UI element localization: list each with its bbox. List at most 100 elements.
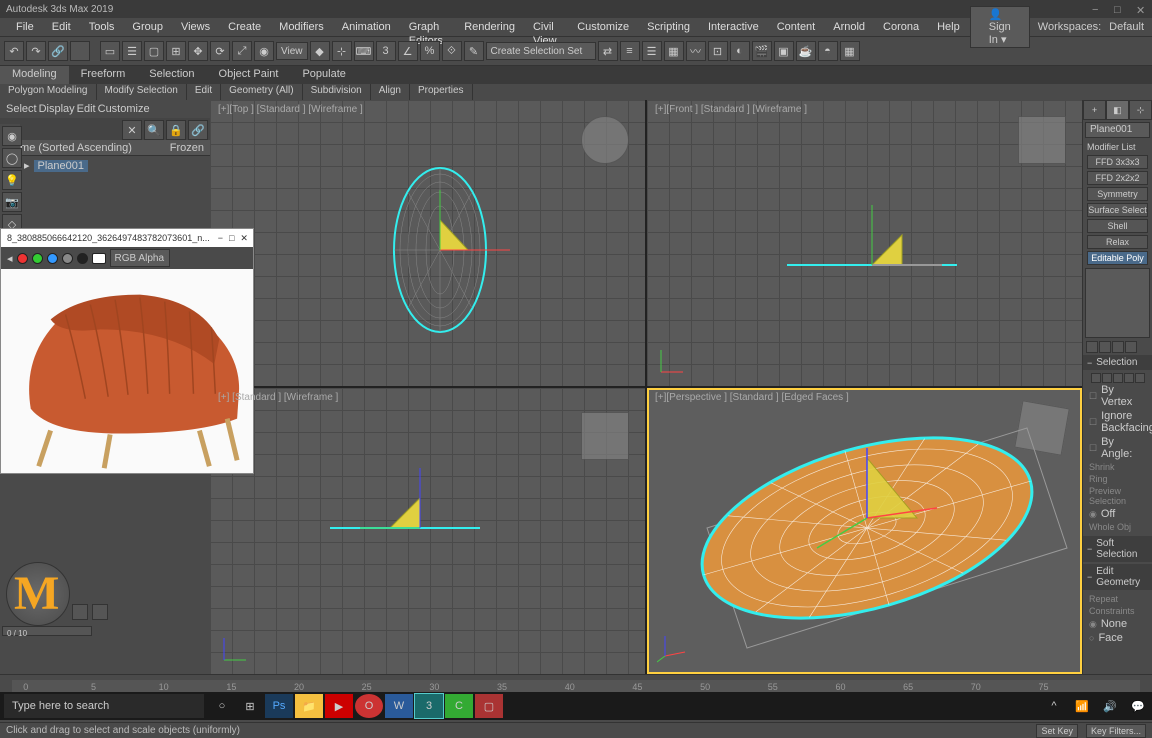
rsub-edit[interactable]: Edit — [187, 84, 221, 100]
menu-content[interactable]: Content — [769, 20, 824, 34]
menu-views[interactable]: Views — [173, 20, 218, 34]
object-name[interactable]: Plane001 — [34, 160, 89, 172]
tab-freeform[interactable]: Freeform — [69, 66, 138, 84]
explorer-icon[interactable]: 📁 — [295, 694, 323, 718]
undo-icon[interactable]: ↶ — [4, 41, 24, 61]
percent-snap-icon[interactable]: % — [420, 41, 440, 61]
se-filter-icon[interactable]: 🔍 — [144, 120, 164, 140]
se-menu-customize[interactable]: Customize — [98, 103, 150, 115]
subobj-vertex-icon[interactable] — [1091, 373, 1101, 383]
subobj-poly-icon[interactable] — [1124, 373, 1134, 383]
word-icon[interactable]: W — [385, 694, 413, 718]
pin-stack-icon[interactable] — [1086, 341, 1098, 353]
rsub-modifysel[interactable]: Modify Selection — [97, 84, 187, 100]
mod-ffd2[interactable]: FFD 2x2x2 — [1087, 171, 1148, 185]
show-end-icon[interactable] — [1099, 341, 1111, 353]
minimize-icon[interactable]: − — [1092, 4, 1102, 14]
modifier-stack-area[interactable] — [1085, 268, 1150, 338]
rollout-editgeometry[interactable]: Edit Geometry — [1083, 564, 1152, 590]
channel-mono-icon[interactable] — [77, 253, 88, 264]
name-column[interactable]: Name (Sorted Ascending) — [6, 142, 132, 154]
refwin-maximize-icon[interactable]: □ — [229, 233, 234, 244]
move-icon[interactable]: ✥ — [188, 41, 208, 61]
angle-snap-icon[interactable]: ∠ — [398, 41, 418, 61]
scale-icon[interactable]: ⤢ — [232, 41, 252, 61]
redo-icon[interactable]: ↷ — [26, 41, 46, 61]
refwin-titlebar[interactable]: 8_380885066642120_3626497483782073601_n.… — [1, 229, 253, 247]
whole-obj[interactable]: Whole Obj — [1085, 521, 1150, 533]
schematic-icon[interactable]: ⊡ — [708, 41, 728, 61]
select-name-icon[interactable]: ☰ — [122, 41, 142, 61]
rsub-props[interactable]: Properties — [410, 84, 473, 100]
menu-animation[interactable]: Animation — [334, 20, 399, 34]
window-icon[interactable]: ⊞ — [166, 41, 186, 61]
channel-green-icon[interactable] — [32, 253, 43, 264]
se-link-icon[interactable]: 🔗 — [188, 120, 208, 140]
rsub-polymodel[interactable]: Polygon Modeling — [0, 84, 97, 100]
mod-relax[interactable]: Relax — [1087, 235, 1148, 249]
viewport-persp-label[interactable]: [+][Perspective ] [Standard ] [Edged Fac… — [655, 392, 849, 403]
photoshop-icon[interactable]: Ps — [265, 694, 293, 718]
opt-ignoreback[interactable]: ☐ Ignore Backfacing — [1085, 409, 1150, 435]
tab-modify-icon[interactable]: ◧ — [1106, 100, 1129, 120]
refwin-minimize-icon[interactable]: − — [218, 233, 223, 244]
subobj-edge-icon[interactable] — [1102, 373, 1112, 383]
select-region-icon[interactable]: ▢ — [144, 41, 164, 61]
menu-scripting[interactable]: Scripting — [639, 20, 698, 34]
channel-all-icon[interactable] — [92, 253, 106, 264]
menu-modifiers[interactable]: Modifiers — [271, 20, 332, 34]
se-menu-select[interactable]: Select — [6, 103, 37, 115]
alpha-select[interactable]: RGB Alpha — [110, 249, 170, 267]
setkey-button[interactable]: Set Key — [1036, 724, 1078, 738]
rotate-icon[interactable]: ⟳ — [210, 41, 230, 61]
mod-surface[interactable]: Surface Select — [1087, 203, 1148, 217]
place-icon[interactable]: ◉ — [254, 41, 274, 61]
align-icon[interactable]: ≡ — [620, 41, 640, 61]
viewport-left[interactable]: [+] [Standard ] [Wireframe ] — [210, 388, 645, 674]
opt-ring[interactable]: Ring — [1085, 473, 1150, 485]
side-shape-icon[interactable]: ◯ — [2, 148, 22, 168]
se-lock-icon[interactable]: 🔒 — [166, 120, 186, 140]
unlink-icon[interactable] — [70, 41, 90, 61]
select-icon[interactable]: ▭ — [100, 41, 120, 61]
tray-up-icon[interactable]: ^ — [1040, 694, 1068, 718]
se-menu-display[interactable]: Display — [39, 103, 75, 115]
edit-selection-icon[interactable]: ✎ — [464, 41, 484, 61]
opt-byvertex[interactable]: ☐ By Vertex — [1085, 383, 1150, 409]
render-frame-icon[interactable]: ▣ — [774, 41, 794, 61]
render-icon[interactable]: ☕ — [796, 41, 816, 61]
maximize-icon[interactable]: □ — [1114, 4, 1124, 14]
channel-blue-icon[interactable] — [47, 253, 58, 264]
refwin-close-icon[interactable]: ✕ — [240, 233, 248, 244]
taskbar-search[interactable]: Type here to search — [4, 694, 204, 718]
subobj-element-icon[interactable] — [1135, 373, 1145, 383]
rsub-align[interactable]: Align — [371, 84, 410, 100]
tab-objectpaint[interactable]: Object Paint — [207, 66, 291, 84]
tab-populate[interactable]: Populate — [290, 66, 357, 84]
menu-edit[interactable]: Edit — [44, 20, 79, 34]
curve-editor-icon[interactable]: 〰 — [686, 41, 706, 61]
notifications-icon[interactable]: 💬 — [1124, 694, 1152, 718]
mirror-icon[interactable]: ⇄ — [598, 41, 618, 61]
menu-civilview[interactable]: Civil View — [525, 20, 567, 34]
tab-create-icon[interactable]: + — [1083, 100, 1106, 120]
object-name-field[interactable]: Plane001 — [1085, 122, 1150, 138]
keyboard-icon[interactable]: ⌨ — [354, 41, 374, 61]
viewport-left-label[interactable]: [+] [Standard ] [Wireframe ] — [218, 392, 338, 403]
cortana-icon[interactable]: ○ — [208, 694, 236, 718]
mod-ffd3[interactable]: FFD 3x3x3 — [1087, 155, 1148, 169]
rsub-geometry[interactable]: Geometry (All) — [221, 84, 302, 100]
side-geom-icon[interactable]: ◉ — [2, 126, 22, 146]
render-setup-icon[interactable]: 🎬 — [752, 41, 772, 61]
delete-mod-icon[interactable] — [1125, 341, 1137, 353]
opt-none[interactable]: ◉ None — [1085, 617, 1150, 631]
se-close-icon[interactable]: ✕ — [122, 120, 142, 140]
opt-off[interactable]: ◉ Off — [1085, 507, 1150, 521]
side-camera-icon[interactable]: 📷 — [2, 192, 22, 212]
menu-grapheditors[interactable]: Graph Editors — [401, 20, 454, 34]
corel-icon[interactable]: C — [445, 694, 473, 718]
menu-corona[interactable]: Corona — [875, 20, 927, 34]
menu-tools[interactable]: Tools — [81, 20, 123, 34]
taskview-icon[interactable]: ⊞ — [236, 694, 264, 718]
pivot-icon[interactable]: ◆ — [310, 41, 330, 61]
